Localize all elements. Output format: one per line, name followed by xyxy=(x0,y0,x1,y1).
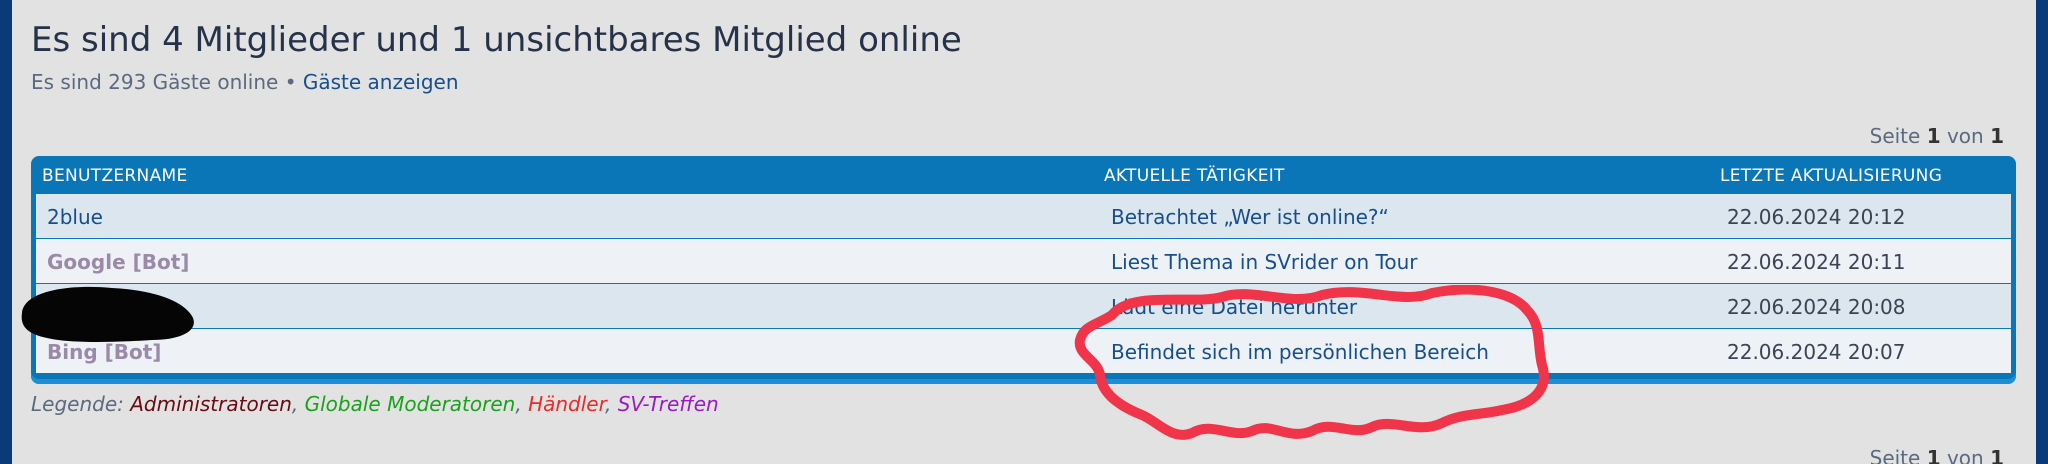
table-row: Google [Bot] Liest Thema in SVrider on T… xyxy=(36,239,2011,283)
pagination-prefix: Seite xyxy=(1869,446,1921,464)
separator-dot: • xyxy=(284,70,297,94)
page-panel: Es sind 4 Mitglieder und 1 unsichtbares … xyxy=(12,0,2036,464)
red-scribble-annotation xyxy=(1074,285,1549,440)
pagination-total: 1 xyxy=(1990,446,2004,464)
pagination-total: 1 xyxy=(1990,124,2004,148)
last-update-time: 22.06.2024 20:11 xyxy=(1727,250,1906,274)
table-row: Bing [Bot] Befindet sich im persönlichen… xyxy=(36,329,2011,373)
pagination-current: 1 xyxy=(1926,446,1941,464)
legend: Legende: Administratoren, Globale Modera… xyxy=(31,392,719,416)
activity-link[interactable]: Betrachtet „Wer ist online?“ xyxy=(1111,205,1389,229)
column-header-last-update[interactable]: LETZTE AKTUALISIERUNG xyxy=(1720,166,1942,186)
show-guests-link[interactable]: Gäste anzeigen xyxy=(303,70,459,94)
legend-administrators[interactable]: Administratoren xyxy=(130,392,292,416)
activity-link[interactable]: Liest Thema in SVrider on Tour xyxy=(1111,250,1417,274)
pagination-top: Seite 1 von 1 xyxy=(1870,124,2004,148)
legend-label: Legende: xyxy=(31,392,124,416)
legend-sv-meetup[interactable]: SV-Treffen xyxy=(618,392,719,416)
username-link[interactable]: Google [Bot] xyxy=(47,250,189,274)
legend-global-moderators[interactable]: Globale Moderatoren xyxy=(305,392,516,416)
table-row: 2blue Betrachtet „Wer ist online?“ 22.06… xyxy=(36,194,2011,238)
legend-dealers[interactable]: Händler xyxy=(528,392,605,416)
username-link[interactable]: 2blue xyxy=(47,205,103,229)
guests-line: Es sind 293 Gäste online • Gäste anzeige… xyxy=(31,70,459,94)
legend-comma: , xyxy=(604,392,612,416)
pagination-current: 1 xyxy=(1926,124,1941,148)
guests-count: Es sind 293 Gäste online xyxy=(31,70,279,94)
last-update-time: 22.06.2024 20:12 xyxy=(1727,205,1906,229)
online-users-table: BENUTZERNAME AKTUELLE TÄTIGKEIT LETZTE A… xyxy=(31,156,2016,384)
legend-comma: , xyxy=(291,392,299,416)
pagination-bottom: Seite 1 von 1 xyxy=(1870,446,2004,464)
column-header-activity[interactable]: AKTUELLE TÄTIGKEIT xyxy=(1104,166,1285,186)
legend-comma: , xyxy=(515,392,522,416)
pagination-of: von xyxy=(1946,446,1984,464)
column-header-username[interactable]: BENUTZERNAME xyxy=(42,166,188,186)
pagination-of: von xyxy=(1946,124,1984,148)
redaction-blob xyxy=(21,286,194,342)
page-title: Es sind 4 Mitglieder und 1 unsichtbares … xyxy=(31,20,962,60)
last-update-time: 22.06.2024 20:08 xyxy=(1727,295,1906,319)
table-header: BENUTZERNAME AKTUELLE TÄTIGKEIT LETZTE A… xyxy=(31,156,2016,194)
pagination-prefix: Seite xyxy=(1869,124,1921,148)
table-row: Lädt eine Datei herunter 22.06.2024 20:0… xyxy=(36,284,2011,328)
last-update-time: 22.06.2024 20:07 xyxy=(1727,340,1906,364)
